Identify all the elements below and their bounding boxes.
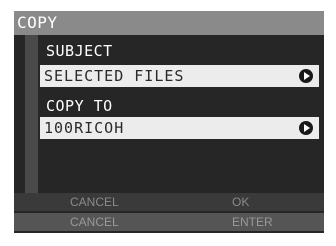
footer-top-bar: CANCEL OK [14,193,324,211]
subject-value: SELECTED FILES [44,67,185,85]
footer-bottom-bar: CANCEL ENTER [14,213,324,231]
copy-to-value: 100RICOH [44,119,125,137]
subject-label: SUBJECT [46,42,113,60]
arrow-right-icon [299,121,313,135]
arrow-right-icon [299,69,313,83]
menu-title: COPY [14,11,324,35]
copy-to-option[interactable]: 100RICOH [40,117,319,139]
subject-option[interactable]: SELECTED FILES [40,65,319,87]
ok-button[interactable]: OK [232,193,312,211]
enter-key-hint: ENTER [232,215,273,229]
cancel-button[interactable]: CANCEL [70,193,150,211]
selection-strip [25,35,38,193]
copy-to-label: COPY TO [46,97,113,115]
cancel-key-hint: CANCEL [70,215,119,229]
